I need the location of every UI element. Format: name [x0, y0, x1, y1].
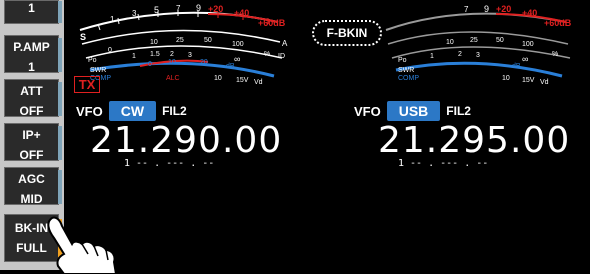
- meter-po-label: Po: [398, 57, 407, 64]
- meter-po-50: 50: [204, 37, 212, 44]
- sidebar-item-indicator: [58, 1, 62, 23]
- meter-po-100: 100: [232, 41, 244, 48]
- meter-id-10: 10: [502, 75, 510, 82]
- sidebar-item-top[interactable]: 1: [4, 0, 62, 24]
- meter-swr-3: 3: [476, 52, 480, 59]
- sidebar-item-label: AGC: [18, 172, 45, 186]
- meter-scale-7: 7: [176, 4, 181, 13]
- meter-po-25: 25: [470, 37, 478, 44]
- sidebar-item-agc[interactable]: AGC MID: [4, 167, 62, 206]
- meter-po-50: 50: [496, 37, 504, 44]
- left-frequency[interactable]: 21.290.00: [90, 120, 282, 161]
- meter-scale-plus40: +40: [522, 8, 537, 18]
- meter-swr-3: 3: [188, 52, 192, 59]
- sidebar-item-ip-plus[interactable]: IP+ OFF: [4, 123, 62, 162]
- meter-po-unit: %: [264, 51, 270, 58]
- meter-scale-plus20: +20: [496, 4, 511, 14]
- meter-swr-label: SWR: [398, 67, 414, 74]
- sidebar-item-value: MID: [20, 192, 43, 206]
- meter-po-25: 25: [176, 37, 184, 44]
- left-mode-button[interactable]: CW: [108, 101, 157, 121]
- right-vfo-row: VFO USB FIL2: [354, 100, 471, 122]
- meter-po-unit: %: [552, 51, 558, 58]
- sidebar-item-value: OFF: [19, 104, 44, 118]
- sidebar-item-indicator: [58, 170, 62, 204]
- sidebar-item-label: P.AMP: [13, 40, 50, 54]
- meter-vd-label: Vd: [254, 79, 263, 86]
- meter-alc-label: ALC: [166, 75, 180, 82]
- meter-swr-inf: ∞: [522, 54, 528, 64]
- meter-po-10: 10: [150, 39, 158, 46]
- meter-swr-2: 2: [458, 51, 462, 58]
- meter-scale-plus60db: +60dB: [544, 18, 572, 28]
- sidebar-item-value: 1: [28, 60, 35, 74]
- meter-comp-unit: dB: [512, 63, 521, 70]
- meter-comp-20: 20: [200, 59, 208, 66]
- meter-scale-7: 7: [464, 5, 469, 14]
- meter-id-label: ID: [278, 53, 285, 60]
- f-bkin-indicator: F-BKIN: [312, 20, 382, 46]
- meter-s-label: S: [80, 32, 86, 42]
- sidebar-item-value: OFF: [19, 148, 44, 162]
- meter-id-10: 10: [214, 75, 222, 82]
- meter-scale-9: 9: [196, 3, 201, 13]
- meter-scale-5: 5: [154, 5, 159, 15]
- meter-swr-1-5: 1.5: [150, 51, 160, 58]
- right-sub-readout: 1 -- . --- . --: [398, 158, 489, 169]
- meter-a-label: A: [282, 39, 288, 48]
- sidebar-item-att[interactable]: ATT OFF: [4, 79, 62, 118]
- right-frequency[interactable]: 21.295.00: [378, 120, 570, 161]
- sidebar-item-indicator: [58, 126, 62, 160]
- left-filter-label[interactable]: FIL2: [162, 104, 187, 118]
- left-vfo-row: VFO CW FIL2: [76, 100, 187, 122]
- meter-comp-0: 0: [148, 61, 152, 68]
- tx-indicator: TX: [74, 76, 100, 93]
- right-meter: 7 9 +20 +40 +60dB 10 25 50 100 % Po 1 2 …: [385, 4, 572, 86]
- meter-scale-1: 1: [110, 15, 115, 24]
- pointing-hand-icon: [47, 216, 118, 274]
- sidebar-item-label: ATT: [20, 84, 43, 98]
- meter-swr-2: 2: [170, 51, 174, 58]
- meter-vd-label: Vd: [540, 79, 549, 86]
- meter-po-label: Po: [88, 57, 97, 64]
- meter-comp-unit: dB: [226, 63, 235, 70]
- meter-scale-plus20: +20: [208, 4, 223, 14]
- meter-scale-9: 9: [484, 4, 489, 14]
- meter-po-0: 0: [108, 47, 112, 54]
- meter-scale-3: 3: [132, 9, 137, 18]
- meter-scale-plus60db: +60dB: [258, 18, 286, 28]
- meter-po-100: 100: [522, 41, 534, 48]
- sidebar-item-label: IP+: [22, 128, 41, 142]
- meter-id-15v: 15V: [236, 77, 249, 84]
- sidebar-item-pamp[interactable]: P.AMP 1: [4, 35, 62, 74]
- meter-swr-1: 1: [430, 53, 434, 60]
- meter-swr-1: 1: [132, 53, 136, 60]
- meter-swr-inf: ∞: [234, 54, 240, 64]
- left-sub-readout: 1 -- . --- . --: [124, 158, 215, 169]
- sidebar-item-value: 1: [28, 1, 35, 15]
- right-filter-label[interactable]: FIL2: [446, 104, 471, 118]
- meter-po-10: 10: [446, 39, 454, 46]
- left-meter: 1 3 5 7 9 +20 +40 +60dB S 0 10 25 50 100…: [79, 3, 288, 86]
- meter-scale-plus40: +40: [234, 8, 249, 18]
- meter-id-15v: 15V: [522, 77, 535, 84]
- main-display: 1 3 5 7 9 +20 +40 +60dB S 0 10 25 50 100…: [66, 0, 590, 270]
- right-vfo-label: VFO: [354, 103, 381, 119]
- sidebar-item-indicator: [58, 38, 62, 72]
- right-mode-button[interactable]: USB: [386, 101, 441, 121]
- left-vfo-label: VFO: [76, 103, 103, 119]
- meter-swr-label: SWR: [90, 67, 106, 74]
- sidebar-item-indicator: [58, 82, 62, 116]
- meter-comp-10: 10: [168, 59, 176, 66]
- meter-comp-label: COMP: [398, 75, 419, 82]
